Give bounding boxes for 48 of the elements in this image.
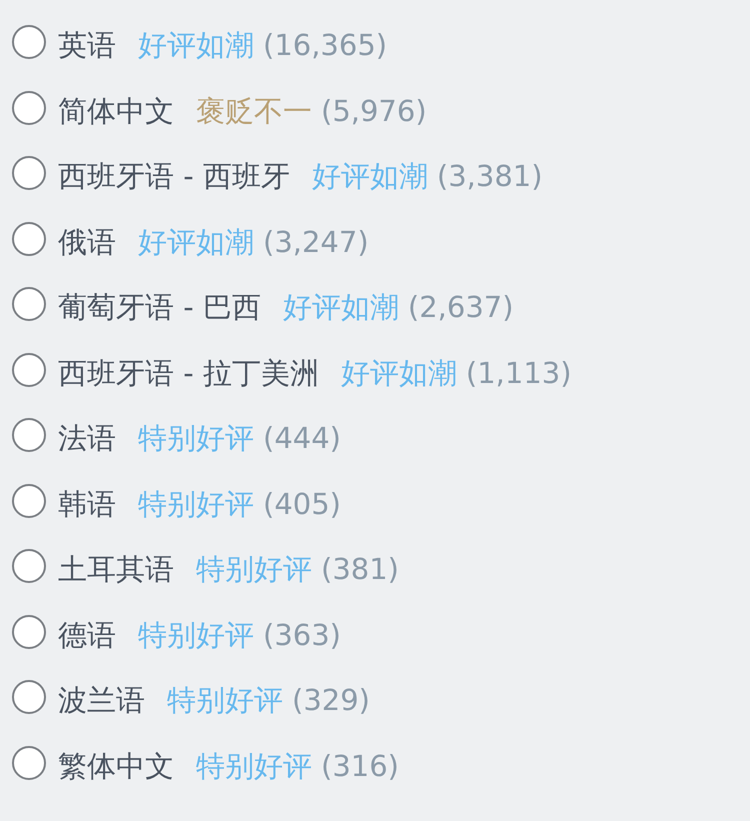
language-name: 土耳其语 [58, 555, 174, 584]
review-count: (405) [263, 490, 341, 519]
language-name: 韩语 [58, 490, 116, 519]
review-count: (2,637) [408, 293, 514, 322]
language-name: 俄语 [58, 228, 116, 257]
review-rating: 特别好评 [196, 752, 312, 781]
radio-button[interactable] [12, 352, 46, 386]
language-name: 简体中文 [58, 96, 174, 126]
review-count: (381) [321, 555, 399, 584]
language-name: 葡萄牙语 - 巴西 [58, 293, 261, 322]
review-rating: 好评如潮 [312, 162, 428, 192]
radio-button[interactable] [12, 484, 46, 518]
review-rating: 特别好评 [138, 424, 254, 454]
review-count: (329) [292, 686, 370, 716]
review-count: (363) [263, 620, 341, 650]
radio-button[interactable] [12, 418, 46, 452]
review-count: (16,365) [263, 31, 388, 60]
review-count: (444) [263, 424, 341, 454]
review-count: (316) [321, 752, 399, 781]
review-rating: 好评如潮 [340, 358, 457, 388]
review-rating: 特别好评 [138, 620, 254, 650]
radio-button[interactable] [12, 156, 46, 190]
review-rating: 特别好评 [167, 686, 283, 716]
review-rating: 特别好评 [196, 555, 312, 584]
language-name: 繁体中文 [58, 752, 174, 781]
radio-button[interactable] [12, 614, 46, 648]
language-name: 法语 [58, 424, 116, 454]
review-rating: 特别好评 [138, 490, 254, 519]
review-count: (5,976) [321, 96, 427, 126]
radio-button[interactable] [12, 222, 46, 256]
language-name: 德语 [58, 620, 116, 650]
review-rating: 好评如潮 [138, 228, 254, 257]
radio-button[interactable] [12, 549, 46, 583]
radio-button[interactable] [12, 746, 46, 780]
radio-button[interactable] [12, 680, 46, 714]
review-rating: 褒贬不一 [196, 96, 312, 126]
language-name: 英语 [58, 31, 116, 60]
radio-button[interactable] [12, 25, 46, 59]
radio-button[interactable] [12, 90, 46, 124]
review-count: (3,381) [436, 162, 543, 192]
radio-button[interactable] [12, 287, 46, 321]
review-count: (1,113) [466, 358, 572, 388]
language-name: 波兰语 [58, 686, 145, 716]
language-name: 西班牙语 - 西班牙 [58, 162, 290, 192]
language-name: 西班牙语 - 拉丁美洲 [58, 358, 319, 388]
review-rating: 好评如潮 [138, 31, 254, 60]
review-count: (3,247) [263, 228, 369, 257]
review-rating: 好评如潮 [282, 293, 399, 322]
